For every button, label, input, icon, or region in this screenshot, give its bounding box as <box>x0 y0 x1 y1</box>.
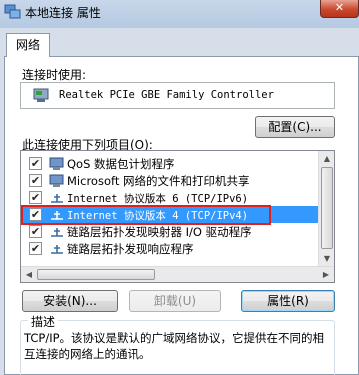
protocol-icon <box>51 194 63 203</box>
uninstall-button[interactable]: 卸载(U) <box>129 290 221 312</box>
item-checkbox[interactable]: ✔ <box>29 225 42 238</box>
scroll-up-icon[interactable]: ▲ <box>319 151 334 167</box>
scroll-right-icon[interactable]: ▶ <box>318 267 334 282</box>
item-label: Microsoft 网络的文件和打印机共享 <box>67 174 250 188</box>
tab-network[interactable]: 网络 <box>6 33 50 57</box>
protocol-icon <box>51 245 63 254</box>
close-button[interactable]: ✕ <box>320 0 359 18</box>
title-bar: 本地连接 属性 <box>0 0 359 28</box>
item-label: 链路层拓扑发现映射器 I/O 驱动程序 <box>67 225 252 239</box>
scroll-thumb-vertical[interactable] <box>321 167 333 249</box>
item-checkbox[interactable]: ✔ <box>29 174 42 187</box>
adapter-field: Realtek PCIe GBE Family Controller <box>20 82 335 109</box>
item-label: 链路层拓扑发现响应程序 <box>67 242 194 256</box>
adapter-name: Realtek PCIe GBE Family Controller <box>59 89 274 101</box>
list-item[interactable]: ✔ Internet 协议版本 6 (TCP/IPv6) <box>21 189 319 206</box>
item-checkbox[interactable]: ✔ <box>29 191 42 204</box>
scroll-down-icon[interactable]: ▼ <box>319 251 334 267</box>
client-icon <box>49 174 64 187</box>
item-checkbox[interactable]: ✔ <box>29 157 42 170</box>
list-item[interactable]: ✔ QoS 数据包计划程序 <box>21 155 319 172</box>
highlight-box <box>21 205 271 225</box>
properties-button[interactable]: 属性(R) <box>241 290 335 312</box>
scroll-thumb-horizontal[interactable] <box>37 269 155 280</box>
protocol-icon <box>51 228 63 237</box>
list-item[interactable]: ✔ Microsoft 网络的文件和打印机共享 <box>21 172 319 189</box>
configure-button[interactable]: 配置(C)... <box>255 116 335 138</box>
network-connection-icon <box>4 4 21 19</box>
description-text: TCP/IP。该协议是默认的广域网络协议，它提供在不同的相互连接的网络上的通讯。 <box>24 331 325 361</box>
window-title: 本地连接 属性 <box>25 6 101 20</box>
item-label: Internet 协议版本 6 (TCP/IPv6) <box>67 193 249 205</box>
item-checkbox[interactable]: ✔ <box>29 242 42 255</box>
description-title: 描述 <box>28 313 59 330</box>
install-button[interactable]: 安装(N)... <box>22 290 118 312</box>
list-item[interactable]: ✔ 链路层拓扑发现响应程序 <box>21 240 319 257</box>
item-label: QoS 数据包计划程序 <box>67 157 175 171</box>
horizontal-scrollbar[interactable]: ◀ ▶ <box>21 266 334 282</box>
client-icon <box>49 157 64 170</box>
vertical-scrollbar[interactable]: ▲ ▼ <box>318 151 334 267</box>
network-adapter-icon <box>33 88 49 102</box>
connect-using-label: 连接时使用: <box>22 68 87 82</box>
list-item[interactable]: ✔ 链路层拓扑发现映射器 I/O 驱动程序 <box>21 223 319 240</box>
scroll-left-icon[interactable]: ◀ <box>21 267 37 282</box>
